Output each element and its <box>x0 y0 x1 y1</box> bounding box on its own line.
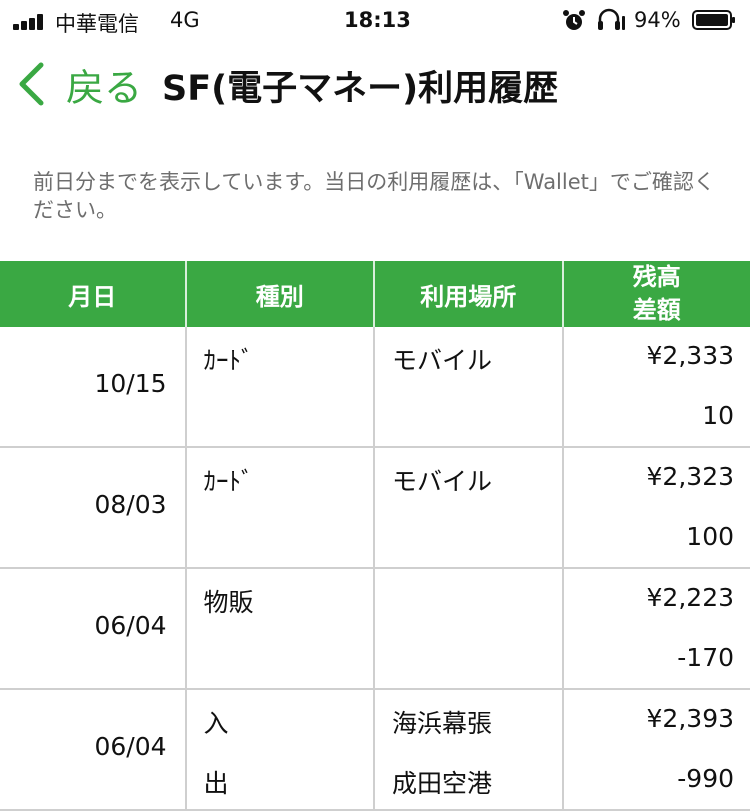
row-diff: -990 <box>677 764 735 793</box>
table-header: 月日 種別 利用場所 残高 差額 <box>0 261 750 327</box>
column-header-date: 月日 <box>0 261 187 327</box>
column-header-diff-label: 差額 <box>632 296 681 324</box>
row-date: 06/04 <box>94 732 167 761</box>
status-bar: 中華電信 4G 18:13 94% <box>0 0 750 42</box>
row-type: 物販 <box>203 588 254 617</box>
headphones-icon <box>598 8 625 30</box>
row-place: 海浜幕張 <box>392 709 493 738</box>
column-header-place: 利用場所 <box>375 261 564 327</box>
page-title: SF(電子マネー)利用履歴 <box>162 69 559 109</box>
row-type: 入 <box>203 709 229 738</box>
row-diff: 100 <box>686 522 735 551</box>
carrier-name: 中華電信 <box>55 12 139 36</box>
table-row: 06/04 入 出 海浜幕張 成田空港 ¥2,393 -990 <box>0 690 750 811</box>
history-table: 月日 種別 利用場所 残高 差額 10/15 ｶｰﾄﾞ モバイル ¥2,333 … <box>0 261 750 811</box>
back-button[interactable]: 戻る <box>16 56 142 112</box>
table-row: 10/15 ｶｰﾄﾞ モバイル ¥2,333 10 <box>0 327 750 448</box>
row-date: 06/04 <box>94 611 167 640</box>
row-balance: ¥2,223 <box>646 583 735 612</box>
signal-icon <box>13 14 47 30</box>
notice-text: 前日分までを表示しています。当日の利用履歴は、「Wallet」でご確認ください。 <box>33 170 715 222</box>
row-diff: -170 <box>677 643 735 672</box>
row-type: ｶｰﾄﾞ <box>203 346 254 375</box>
column-header-balance: 残高 差額 <box>564 261 750 327</box>
clock: 18:13 <box>344 8 411 32</box>
row-diff: 10 <box>702 401 735 430</box>
row-balance: ¥2,333 <box>646 341 735 370</box>
chevron-left-icon <box>19 62 44 106</box>
navigation-bar: 戻る SF(電子マネー)利用履歴 <box>0 52 750 112</box>
battery-percent: 94% <box>634 8 681 32</box>
column-header-balance-label: 残高 <box>632 263 681 291</box>
column-header-type: 種別 <box>187 261 376 327</box>
battery-icon <box>692 10 735 30</box>
row-date: 08/03 <box>94 490 167 519</box>
row-balance: ¥2,393 <box>646 704 735 733</box>
row-place-secondary: 成田空港 <box>392 769 493 798</box>
table-row: 08/03 ｶｰﾄﾞ モバイル ¥2,323 100 <box>0 448 750 569</box>
table-row: 06/04 物販 ¥2,223 -170 <box>0 569 750 690</box>
row-type: ｶｰﾄﾞ <box>203 467 254 496</box>
alarm-icon <box>563 10 585 30</box>
row-balance: ¥2,323 <box>646 462 735 491</box>
network-type: 4G <box>170 8 200 32</box>
row-place: モバイル <box>392 467 493 496</box>
row-type-secondary: 出 <box>203 769 229 798</box>
row-place: モバイル <box>392 346 493 375</box>
back-label: 戻る <box>66 65 143 110</box>
row-date: 10/15 <box>94 369 167 398</box>
